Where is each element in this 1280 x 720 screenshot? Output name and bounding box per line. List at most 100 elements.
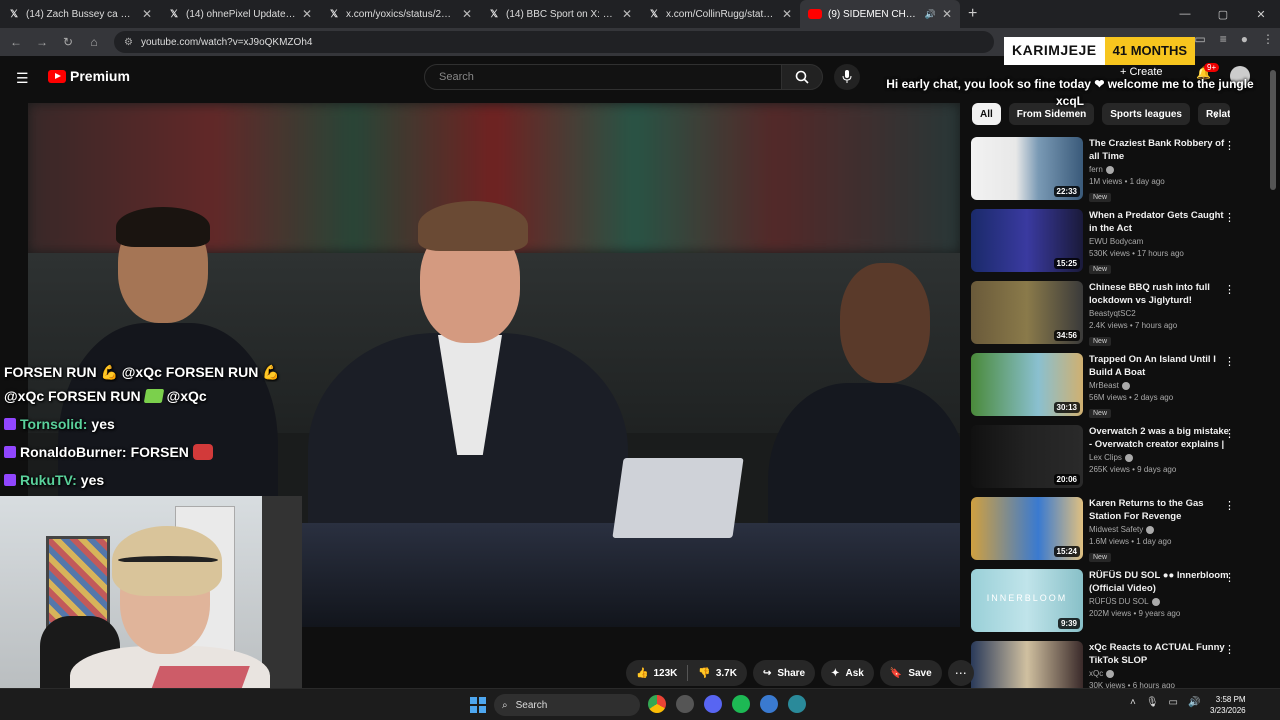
recommendation-item[interactable]: 20:06 Overwatch 2 was a big mistake - Ove… bbox=[971, 425, 1251, 497]
close-tab-icon[interactable]: ✕ bbox=[302, 7, 312, 21]
channel-name[interactable]: Lex Clips bbox=[1089, 453, 1122, 462]
more-options-icon[interactable]: ⋮ bbox=[1224, 643, 1235, 656]
featured-chat-message: Hi early chat, you look so fine today ❤ … bbox=[886, 77, 1254, 108]
video-title[interactable]: Trapped On An Island Until I Build A Boa… bbox=[1089, 353, 1229, 379]
video-title[interactable]: When a Predator Gets Caught in the Act bbox=[1089, 209, 1229, 235]
like-button[interactable]: 👍 123K bbox=[626, 668, 687, 679]
profile-icon[interactable]: ● bbox=[1241, 32, 1248, 46]
video-title[interactable]: xQc Reacts to ACTUAL Funny TikTok SLOP bbox=[1089, 641, 1229, 667]
more-options-icon[interactable]: ⋮ bbox=[1224, 499, 1235, 512]
video-title[interactable]: Overwatch 2 was a big mistake - Overwatc… bbox=[1089, 425, 1229, 451]
browser-tab[interactable]: 𝕏 (14) ohnePixel Updates on X: "y ✕ bbox=[160, 0, 320, 28]
video-title[interactable]: Karen Returns to the Gas Station For Rev… bbox=[1089, 497, 1229, 523]
ask-button[interactable]: ✦ Ask bbox=[821, 660, 874, 686]
video-thumbnail[interactable]: INNERBLOOM 9:39 bbox=[971, 569, 1083, 632]
more-options-icon[interactable]: ⋮ bbox=[1224, 139, 1235, 152]
chrome-icon[interactable] bbox=[648, 695, 666, 713]
close-tab-icon[interactable]: ✕ bbox=[782, 7, 792, 21]
channel-name[interactable]: xQc bbox=[1089, 669, 1103, 678]
more-options-icon[interactable]: ⋮ bbox=[1224, 355, 1235, 368]
scrollbar-thumb[interactable] bbox=[1270, 70, 1276, 190]
back-icon[interactable]: ← bbox=[6, 35, 26, 49]
video-duration: 34:56 bbox=[1053, 330, 1080, 341]
close-tab-icon[interactable]: ✕ bbox=[942, 7, 952, 21]
browser-tab-active[interactable]: (9) SIDEMEN CHARITY MAT 🔊 ✕ bbox=[800, 0, 960, 28]
video-title[interactable]: The Craziest Bank Robbery of all Time bbox=[1089, 137, 1229, 163]
more-options-icon[interactable]: ⋮ bbox=[1224, 283, 1235, 296]
cast-icon[interactable]: ▭ bbox=[1194, 32, 1205, 46]
channel-name[interactable]: BeastyqtSC2 bbox=[1089, 309, 1136, 318]
app-icon[interactable] bbox=[760, 695, 778, 713]
share-button[interactable]: ↪ Share bbox=[752, 660, 816, 686]
app-icon[interactable] bbox=[676, 695, 694, 713]
reload-icon[interactable]: ↻ bbox=[58, 35, 78, 49]
network-icon[interactable]: ▭ bbox=[1169, 697, 1178, 708]
home-icon[interactable]: ⌂ bbox=[84, 35, 104, 49]
site-info-icon[interactable]: ⚙ bbox=[124, 37, 133, 48]
volume-icon[interactable]: 🔊 bbox=[1188, 697, 1200, 708]
voice-search-button[interactable] bbox=[834, 64, 860, 90]
verified-icon bbox=[1151, 597, 1160, 606]
browser-tab[interactable]: 𝕏x.com/CollinRugg/status/2035 ✕ bbox=[640, 0, 800, 28]
tab-title: (14) Zach Bussey ca on X: "Kick bbox=[26, 8, 136, 20]
system-clock[interactable]: 3:58 PM 3/23/2026 bbox=[1210, 694, 1246, 716]
url-field[interactable]: ⚙ youtube.com/watch?v=xJ9oQKMZOh4 bbox=[114, 31, 994, 53]
channel-name[interactable]: RÜFÜS DU SOL bbox=[1089, 597, 1149, 606]
close-tab-icon[interactable]: ✕ bbox=[142, 7, 152, 21]
search-button[interactable] bbox=[781, 64, 823, 90]
video-title[interactable]: Chinese BBQ rush into full lockdown vs J… bbox=[1089, 281, 1229, 307]
recommendation-item[interactable]: 22:33 The Craziest Bank Robbery of all Ti… bbox=[971, 137, 1251, 209]
video-thumbnail[interactable]: 22:33 bbox=[971, 137, 1083, 200]
channel-name[interactable]: Midwest Safety bbox=[1089, 525, 1143, 534]
browser-tab[interactable]: 𝕏 (14) BBC Sport on X: "Absolute ✕ bbox=[480, 0, 640, 28]
new-tab-button[interactable]: + bbox=[960, 5, 985, 23]
discord-icon[interactable] bbox=[704, 695, 722, 713]
browser-tab[interactable]: 𝕏x.com/yoxics/status/20358808 ✕ bbox=[320, 0, 480, 28]
recommendation-item[interactable]: 34:56 Chinese BBQ rush into full lockdown… bbox=[971, 281, 1251, 353]
video-thumbnail[interactable]: 20:06 bbox=[971, 425, 1083, 488]
subscriber-badge-icon bbox=[4, 446, 16, 458]
youtube-logo[interactable]: Premium bbox=[48, 68, 130, 84]
globe-icon[interactable] bbox=[788, 695, 806, 713]
windows-start-icon[interactable] bbox=[470, 697, 486, 713]
channel-name[interactable]: fern bbox=[1089, 165, 1103, 174]
recommendation-item[interactable]: INNERBLOOM 9:39 RÜFÜS DU SOL ●● Innerbloom… bbox=[971, 569, 1251, 641]
close-tab-icon[interactable]: ✕ bbox=[622, 7, 632, 21]
video-thumbnail[interactable]: 30:13 bbox=[971, 353, 1083, 416]
dislike-button[interactable]: 👎 3.7K bbox=[688, 668, 747, 679]
close-tab-icon[interactable]: ✕ bbox=[462, 7, 472, 21]
more-options-icon[interactable]: ⋮ bbox=[1224, 571, 1235, 584]
playlist-icon[interactable]: ≡ bbox=[1220, 32, 1227, 46]
spotify-icon[interactable] bbox=[732, 695, 750, 713]
video-thumbnail[interactable]: 15:24 bbox=[971, 497, 1083, 560]
save-button[interactable]: 🔖 Save bbox=[879, 660, 942, 686]
menu-icon[interactable]: ⋮ bbox=[1262, 32, 1274, 46]
speaker-icon[interactable]: 🔊 bbox=[925, 9, 936, 20]
video-thumbnail[interactable]: 34:56 bbox=[971, 281, 1083, 344]
close-window-icon[interactable]: ✕ bbox=[1242, 8, 1280, 21]
more-actions-button[interactable]: ⋯ bbox=[947, 660, 974, 686]
video-meta: 265K views • 9 days ago bbox=[1089, 465, 1177, 474]
more-options-icon[interactable]: ⋮ bbox=[1224, 211, 1235, 224]
chevron-right-icon[interactable]: › bbox=[1214, 108, 1218, 122]
recommendation-item[interactable]: 30:13 Trapped On An Island Until I Build … bbox=[971, 353, 1251, 425]
recommendation-item[interactable]: 15:24 Karen Returns to the Gas Station Fo… bbox=[971, 497, 1251, 569]
maximize-icon[interactable]: ▢ bbox=[1204, 8, 1242, 21]
mic-icon[interactable]: 🎙 bbox=[1146, 697, 1159, 708]
video-thumbnail[interactable]: 15:25 bbox=[971, 209, 1083, 272]
video-title[interactable]: RÜFÜS DU SOL ●● Innerbloom (Official Vid… bbox=[1089, 569, 1229, 595]
taskbar-search[interactable]: ⌕ Search bbox=[494, 694, 640, 716]
channel-name[interactable]: MrBeast bbox=[1089, 381, 1119, 390]
browser-tab[interactable]: 𝕏 (14) Zach Bussey ca on X: "Kick ✕ bbox=[0, 0, 160, 28]
chevron-up-icon[interactable]: ˄ bbox=[1130, 697, 1136, 708]
channel-name[interactable]: EWU Bodycam bbox=[1089, 237, 1143, 246]
video-info: The Craziest Bank Robbery of all Time fer… bbox=[1089, 137, 1229, 204]
more-options-icon[interactable]: ⋮ bbox=[1224, 427, 1235, 440]
minimize-icon[interactable]: — bbox=[1166, 8, 1204, 20]
recommendation-item[interactable]: 15:25 When a Predator Gets Caught in the … bbox=[971, 209, 1251, 281]
scrollbar[interactable] bbox=[1270, 62, 1276, 662]
channel-row: BeastyqtSC2 bbox=[1089, 309, 1229, 318]
forward-icon[interactable]: → bbox=[32, 35, 52, 49]
search-input[interactable]: Search bbox=[424, 64, 782, 90]
hamburger-menu-icon[interactable]: ☰ bbox=[16, 70, 30, 87]
